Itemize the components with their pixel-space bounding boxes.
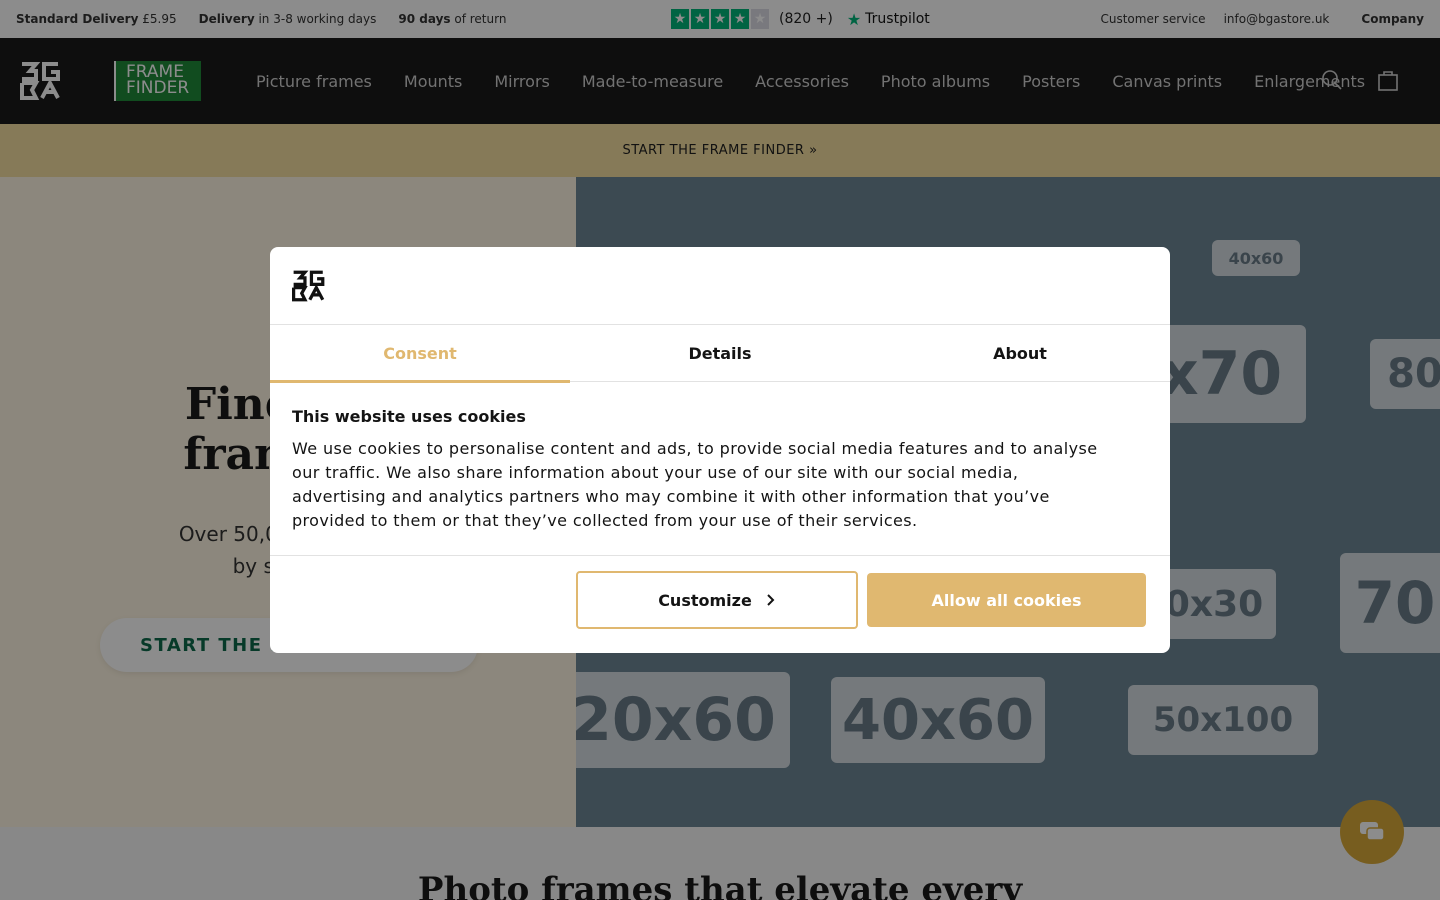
tab-about[interactable]: About xyxy=(870,325,1170,382)
cookie-title: This website uses cookies xyxy=(292,407,526,426)
customize-label: Customize xyxy=(658,590,752,610)
chevron-right-icon xyxy=(767,594,775,606)
divider xyxy=(270,555,1170,556)
cookie-consent-dialog: Consent Details About This website uses … xyxy=(270,247,1170,653)
bga-logo-icon xyxy=(292,270,325,302)
allow-all-cookies-button[interactable]: Allow all cookies xyxy=(867,573,1146,627)
tab-consent[interactable]: Consent xyxy=(270,325,570,383)
cookie-description: We use cookies to personalise content an… xyxy=(292,439,1098,530)
customize-button[interactable]: Customize xyxy=(576,571,858,629)
allow-all-label: Allow all cookies xyxy=(931,590,1082,610)
cookie-tabs: Consent Details About xyxy=(270,324,1170,383)
bga-logo xyxy=(292,269,326,303)
tab-details[interactable]: Details xyxy=(570,325,870,382)
